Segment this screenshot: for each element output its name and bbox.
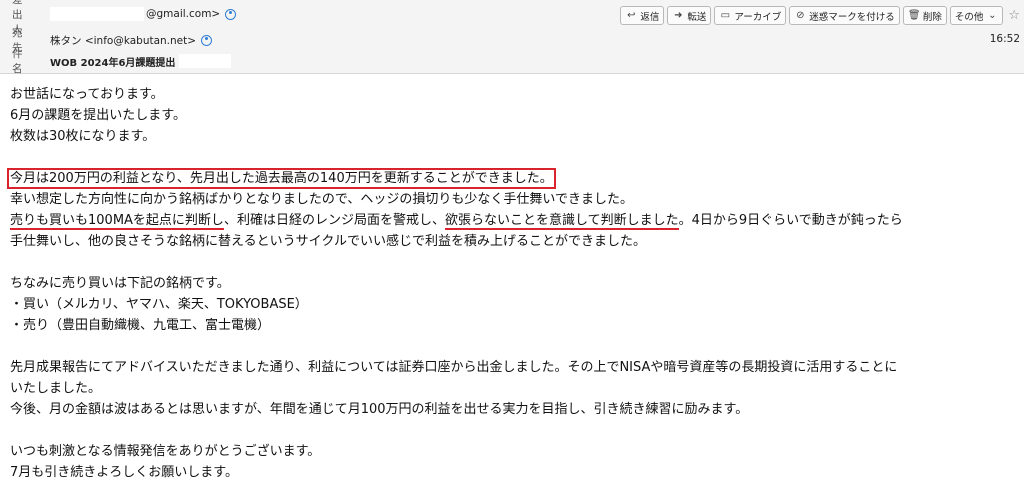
- chevron-down-icon: ⌄: [988, 10, 997, 21]
- body-line: 手仕舞いし、他の良さそうな銘柄に替えるというサイクルでいい感じで利益を積み上げる…: [10, 234, 646, 249]
- to-address[interactable]: 株タン <info@kabutan.net>: [50, 33, 196, 48]
- redacted-subject-part: [179, 54, 232, 68]
- more-label: その他: [954, 11, 984, 23]
- reply-icon: ↩: [627, 10, 636, 21]
- body-text: 、利確は日経のレンジ局面を警戒し、: [223, 213, 445, 228]
- body-line: 7月も引き続きよろしくお願いします。: [10, 465, 238, 480]
- underlined-text: 欲張らないことを意識して判断しました: [444, 213, 679, 230]
- redacted-sender-name: [50, 7, 144, 21]
- body-line: いたしました。: [10, 381, 102, 396]
- subject-text: WOB 2024年6月課題提出: [50, 57, 176, 69]
- more-button[interactable]: その他 ⌄: [949, 6, 1004, 25]
- star-icon[interactable]: ☆: [1008, 8, 1020, 23]
- from-value[interactable]: @gmail.com>: [50, 7, 237, 21]
- body-line-underlined: 売りも買いも100MAを起点に判断し、利確は日経のレンジ局面を警戒し、欲張らない…: [10, 210, 1022, 231]
- message-toolbar: ↩ 返信 ➜ 転送 ▭ アーカイブ ⊘ 迷惑マークを付ける 🗑 削除 その他 ⌄ ☆: [620, 6, 1020, 25]
- delete-button[interactable]: 🗑 削除: [902, 6, 947, 25]
- to-value[interactable]: 株タン <info@kabutan.net>: [50, 33, 213, 48]
- message-time: 16:52: [989, 33, 1020, 45]
- body-line: 今後、月の金額は波はあるとは思いますが、年間を通じて月100万円の利益を出せる実…: [10, 402, 749, 417]
- underlined-text: 売りも買いも100MAを起点に判断し: [10, 213, 224, 230]
- junk-button[interactable]: ⊘ 迷惑マークを付ける: [789, 6, 900, 25]
- subject-value: WOB 2024年6月課題提出: [50, 54, 232, 69]
- body-line: いつも刺激となる情報発信をありがとうございます。: [10, 444, 321, 459]
- subject-label: 件名: [12, 48, 23, 75]
- delete-label: 削除: [922, 11, 942, 23]
- body-line: ・売り（豊田自動織機、九電工、富士電機）: [10, 318, 271, 333]
- contact-icon[interactable]: [225, 8, 237, 20]
- junk-label: 迷惑マークを付ける: [809, 11, 895, 23]
- message-header: 差出人 @gmail.com> 宛先 株タン <info@kabutan.net…: [0, 0, 1024, 75]
- archive-button[interactable]: ▭ アーカイブ: [714, 6, 787, 25]
- contact-icon[interactable]: [201, 34, 213, 46]
- archive-icon: ▭: [720, 10, 731, 21]
- forward-button[interactable]: ➜ 転送: [667, 6, 712, 25]
- archive-label: アーカイブ: [734, 11, 782, 23]
- message-body: お世話になっております。 6月の課題を提出いたします。 枚数は30枚になります。…: [7, 84, 1022, 483]
- body-line: 枚数は30枚になります。: [10, 129, 156, 144]
- body-line: 先月成果報告にてアドバイスいただきました通り、利益については証券口座から出金しま…: [10, 360, 898, 375]
- body-line: ・買い（メルカリ、ヤマハ、楽天、TOKYOBASE）: [10, 297, 308, 312]
- body-line-highlighted: 今月は200万円の利益となり、先月出した過去最高の140万円を更新することができ…: [7, 168, 1022, 189]
- from-address[interactable]: @gmail.com>: [146, 8, 220, 20]
- reply-button[interactable]: ↩ 返信: [620, 6, 665, 25]
- boxed-highlight-text: 今月は200万円の利益となり、先月出した過去最高の140万円を更新することができ…: [7, 168, 556, 189]
- body-line: 幸い想定した方向性に向かう銘柄ばかりとなりましたので、ヘッジの損切りも少なく手仕…: [10, 192, 633, 207]
- body-line: 6月の課題を提出いたします。: [10, 108, 186, 123]
- junk-icon: ⊘: [796, 10, 805, 21]
- body-text: 。4日から9日ぐらいで動きが鈍ったら: [678, 213, 903, 228]
- reply-label: 返信: [640, 11, 660, 23]
- forward-icon: ➜: [674, 10, 683, 21]
- body-line: お世話になっております。: [10, 87, 164, 102]
- body-line: ちなみに売り買いは下記の銘柄です。: [10, 276, 230, 291]
- forward-label: 転送: [687, 11, 707, 23]
- trash-icon: 🗑: [907, 10, 921, 21]
